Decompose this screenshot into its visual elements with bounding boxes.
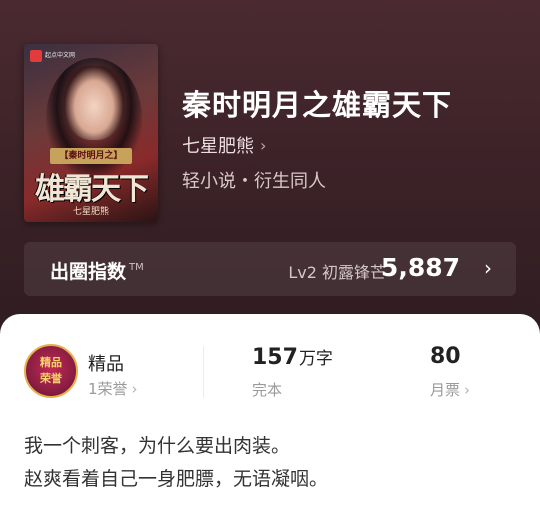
monthly-tickets-label: 月票	[430, 381, 461, 399]
chevron-right-icon: ›	[131, 380, 138, 398]
chevron-right-icon: ›	[484, 256, 492, 280]
cover-art-face	[64, 66, 124, 140]
publisher-logo-icon	[30, 50, 42, 62]
stat-divider	[203, 346, 204, 398]
index-label: 出圈指数 TM	[50, 261, 144, 283]
monthly-tickets-link[interactable]: 月票 ›	[430, 379, 470, 400]
index-level: Lv2 初露锋芒	[288, 263, 386, 282]
book-genre: 轻小说・衍生同人	[182, 171, 326, 192]
book-cover[interactable]: 起点中文网 【秦时明月之】 雄霸天下 七星肥熊	[24, 44, 158, 222]
cover-publisher: 起点中文网	[45, 52, 76, 59]
trademark: TM	[129, 262, 144, 273]
popularity-index-bar[interactable]: 出圈指数 TM Lv2 初露锋芒 5,887 ›	[24, 242, 516, 296]
monthly-tickets-count: 80	[430, 344, 461, 369]
badge-text-1: 精品	[40, 356, 62, 369]
book-title: 秦时明月之雄霸天下	[182, 88, 453, 122]
blurb-line-1: 我一个刺客，为什么要出肉装。	[24, 435, 291, 457]
book-blurb[interactable]: 我一个刺客，为什么要出肉装。 赵爽看着自己一身肥膘，无语凝咽。	[24, 430, 524, 496]
book-header: 起点中文网 【秦时明月之】 雄霸天下 七星肥熊 秦时明月之雄霸天下 七星肥熊 ›…	[0, 0, 540, 340]
badge-text-2: 荣誉	[40, 372, 62, 385]
index-value: 5,887	[380, 253, 460, 282]
honor-badge-icon[interactable]: 精品 荣誉	[24, 344, 78, 398]
cover-author: 七星肥熊	[72, 207, 109, 217]
word-count: 157万字	[252, 345, 333, 370]
blurb-line-2: 赵爽看着自己一身肥膘，无语凝咽。	[24, 468, 329, 490]
honors-count: 1荣誉	[88, 380, 128, 398]
author-name: 七星肥熊	[182, 136, 254, 157]
chevron-right-icon: ›	[260, 135, 267, 155]
chevron-right-icon: ›	[464, 381, 471, 399]
honors-link[interactable]: 1荣誉 ›	[88, 378, 138, 399]
tier-label: 精品	[88, 354, 124, 375]
cover-title: 雄霸天下	[35, 172, 149, 207]
author-link[interactable]: 七星肥熊 ›	[182, 132, 266, 158]
book-info-panel: 精品 荣誉 精品 1荣誉 › 157万字 完本 80 月票 › 我一个刺客，为什么要…	[0, 314, 540, 524]
completion-status: 完本	[252, 381, 283, 399]
cover-subtitle: 【秦时明月之】	[50, 148, 132, 164]
word-unit: 万字	[298, 349, 333, 369]
